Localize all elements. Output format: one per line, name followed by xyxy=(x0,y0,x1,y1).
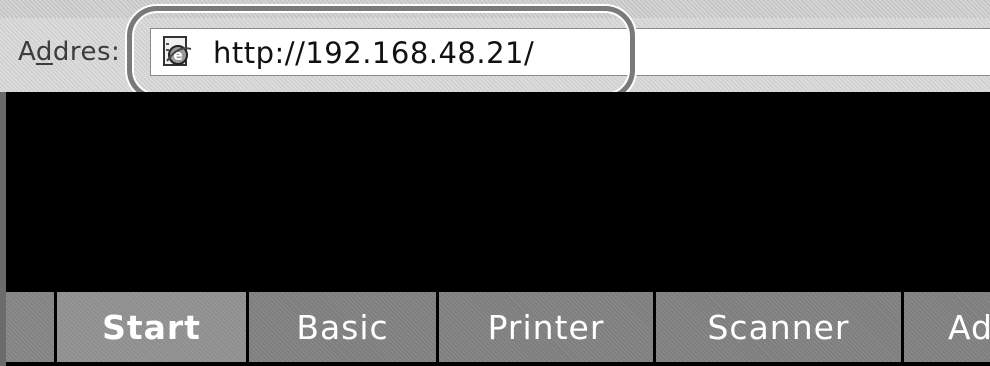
address-label: Addres: xyxy=(18,37,121,67)
tab-scanner[interactable]: Scanner xyxy=(656,292,901,362)
tab-label: Scanner xyxy=(707,307,850,347)
tab-label: Ad xyxy=(948,307,990,347)
tab-label: Start xyxy=(102,307,201,347)
tab-label: Printer xyxy=(487,307,605,347)
navigation-tab-bar: Start Basic Printer Scanner Ad xyxy=(0,288,990,366)
tab-spacer xyxy=(6,292,54,362)
tab-label: Basic xyxy=(296,307,389,347)
page-header-area xyxy=(0,92,990,288)
tab-ad[interactable]: Ad xyxy=(904,292,990,362)
window-left-edge xyxy=(0,92,6,366)
browser-window: Addres: e http://192.168.48.21/ Start Ba… xyxy=(0,0,990,366)
url-highlight-ring xyxy=(127,6,635,100)
tab-printer[interactable]: Printer xyxy=(439,292,653,362)
tab-basic[interactable]: Basic xyxy=(249,292,436,362)
tab-start[interactable]: Start xyxy=(57,292,246,362)
